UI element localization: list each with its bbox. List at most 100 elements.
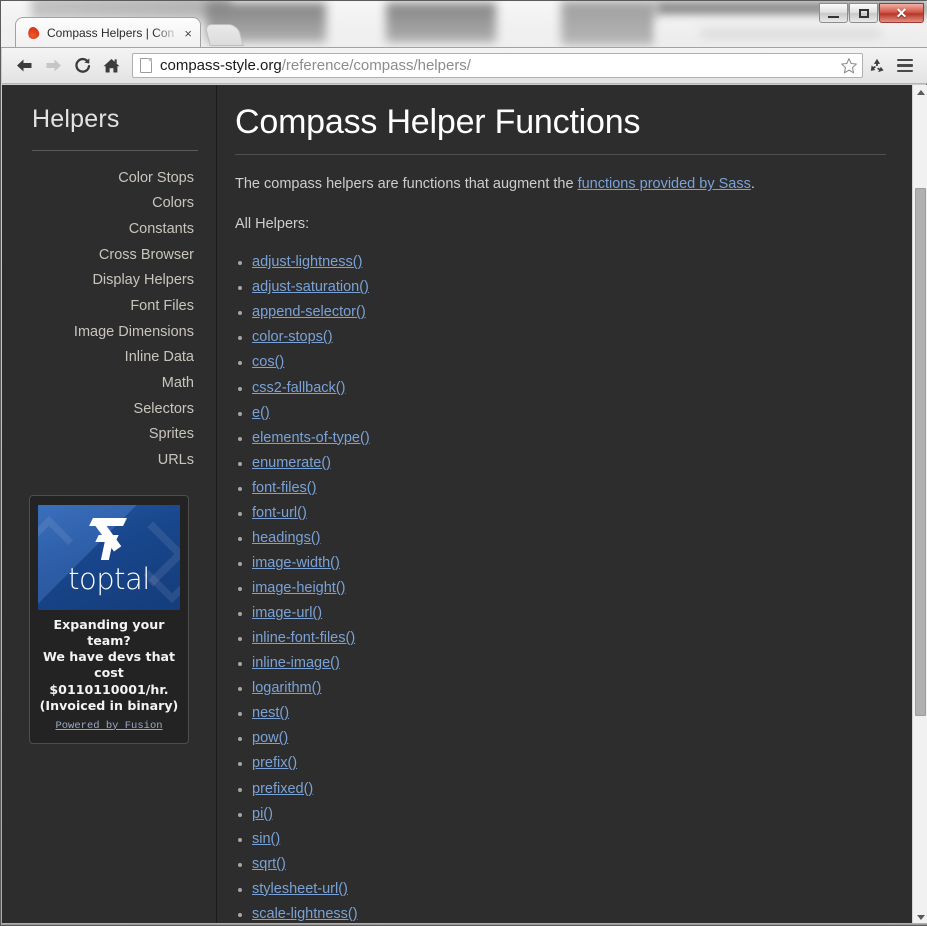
helper-link-image-height[interactable]: image-height(): [252, 580, 346, 596]
sidebar-nav: Color Stops Colors Constants Cross Brows…: [20, 165, 198, 473]
ad-line-4: (Invoiced in binary): [39, 697, 179, 713]
list-item: e(): [235, 405, 886, 422]
toptal-wordmark: toptal: [68, 562, 150, 597]
helper-link-adjust-saturation[interactable]: adjust-saturation(): [252, 279, 369, 295]
url-path: /reference/compass/helpers/: [281, 57, 471, 74]
sidebar-item-selectors[interactable]: Selectors: [20, 396, 198, 422]
star-icon[interactable]: [835, 53, 863, 79]
minimize-button[interactable]: [819, 3, 848, 23]
helper-link-image-url[interactable]: image-url(): [252, 605, 322, 621]
helper-link-enumerate[interactable]: enumerate(): [252, 455, 331, 471]
back-arrow-icon[interactable]: [10, 51, 39, 80]
address-bar[interactable]: compass-style.org/reference/compass/help…: [132, 53, 863, 78]
helper-link-image-width[interactable]: image-width(): [252, 555, 340, 571]
browser-tab-active[interactable]: Compass Helpers | Con ×: [15, 17, 201, 48]
list-item: scale-lightness(): [235, 906, 886, 923]
list-item: logarithm(): [235, 680, 886, 697]
helper-link-prefixed[interactable]: prefixed(): [252, 781, 313, 797]
sidebar-item-font-files[interactable]: Font Files: [20, 293, 198, 319]
helper-link-prefix[interactable]: prefix(): [252, 755, 297, 771]
ad-line-2: We have devs that cost: [42, 649, 176, 681]
toptal-logo-banner: toptal: [38, 505, 180, 611]
page-viewport: Helpers Color Stops Colors Constants Cro…: [2, 85, 927, 925]
scrollbar-thumb[interactable]: [915, 188, 926, 716]
close-button[interactable]: ✕: [879, 3, 924, 23]
sidebar-item-display-helpers[interactable]: Display Helpers: [20, 268, 198, 294]
list-item: append-selector(): [235, 304, 886, 321]
home-icon[interactable]: [97, 51, 126, 80]
list-item: image-url(): [235, 605, 886, 622]
decorative-chevron-icon: [38, 516, 74, 565]
helper-link-color-stops[interactable]: color-stops(): [252, 329, 333, 345]
helper-link-sin[interactable]: sin(): [252, 831, 280, 847]
helper-link-nest[interactable]: nest(): [252, 705, 289, 721]
helper-link-scale-lightness[interactable]: scale-lightness(): [252, 906, 358, 922]
compass-droplet-icon: [26, 25, 41, 41]
list-item: sin(): [235, 831, 886, 848]
maximize-button[interactable]: [849, 3, 878, 23]
list-item: pow(): [235, 730, 886, 747]
window-frame-bottom: [1, 923, 927, 925]
page-document-icon: [140, 58, 152, 73]
helper-link-css2-fallback[interactable]: css2-fallback(): [252, 380, 345, 396]
helper-link-sqrt[interactable]: sqrt(): [252, 856, 286, 872]
helper-link-adjust-lightness[interactable]: adjust-lightness(): [252, 254, 362, 270]
helper-link-inline-image[interactable]: inline-image(): [252, 655, 340, 671]
sidebar-item-colors[interactable]: Colors: [20, 191, 198, 217]
ad-line-1: Expanding your team?: [53, 617, 165, 649]
list-item: headings(): [235, 530, 886, 547]
hamburger-menu-icon[interactable]: [891, 53, 919, 79]
sidebar-item-inline-data[interactable]: Inline Data: [20, 345, 198, 371]
helper-link-pow[interactable]: pow(): [252, 730, 288, 746]
list-item: cos(): [235, 354, 886, 371]
sidebar-item-image-dimensions[interactable]: Image Dimensions: [20, 319, 198, 345]
vertical-scrollbar[interactable]: [912, 85, 927, 925]
list-item: sqrt(): [235, 856, 886, 873]
tab-close-icon[interactable]: ×: [184, 27, 192, 40]
helper-link-stylesheet-url[interactable]: stylesheet-url(): [252, 881, 348, 897]
toptal-mark-icon: [89, 516, 129, 561]
sidebar-item-cross-browser[interactable]: Cross Browser: [20, 242, 198, 268]
helper-link-inline-font-files[interactable]: inline-font-files(): [252, 630, 355, 646]
sidebar-item-constants[interactable]: Constants: [20, 216, 198, 242]
browser-toolbar: compass-style.org/reference/compass/help…: [2, 48, 927, 84]
list-item: font-files(): [235, 480, 886, 497]
list-item: font-url(): [235, 505, 886, 522]
advertisement[interactable]: toptal Expanding your team? We have devs…: [29, 495, 189, 744]
list-item: stylesheet-url(): [235, 881, 886, 898]
helper-link-cos[interactable]: cos(): [252, 354, 284, 370]
sidebar-item-sprites[interactable]: Sprites: [20, 422, 198, 448]
url-text: compass-style.org/reference/compass/help…: [160, 57, 858, 74]
helper-link-font-files[interactable]: font-files(): [252, 480, 316, 496]
list-item: css2-fallback(): [235, 380, 886, 397]
sidebar-item-color-stops[interactable]: Color Stops: [20, 165, 198, 191]
scroll-up-arrow-icon[interactable]: [913, 85, 927, 100]
helper-link-headings[interactable]: headings(): [252, 530, 321, 546]
list-item: adjust-lightness(): [235, 254, 886, 271]
intro-text-before: The compass helpers are functions that a…: [235, 176, 578, 193]
list-item: prefix(): [235, 755, 886, 772]
list-item: inline-image(): [235, 655, 886, 672]
new-tab-button[interactable]: [204, 24, 244, 46]
recycle-icon[interactable]: [863, 53, 891, 79]
browser-window: Compass Helpers | Con × ✕ compass-style.…: [0, 0, 927, 926]
helper-link-font-url[interactable]: font-url(): [252, 505, 307, 521]
helper-link-elements-of-type[interactable]: elements-of-type(): [252, 430, 370, 446]
forward-arrow-icon[interactable]: [39, 51, 68, 80]
helper-link-logarithm[interactable]: logarithm(): [252, 680, 321, 696]
sass-functions-link[interactable]: functions provided by Sass: [578, 176, 751, 192]
list-item: elements-of-type(): [235, 430, 886, 447]
window-controls: ✕: [819, 3, 924, 23]
close-icon: ✕: [895, 5, 908, 21]
sidebar-divider: [32, 150, 198, 151]
helper-link-e[interactable]: e(): [252, 405, 270, 421]
list-item: prefixed(): [235, 781, 886, 798]
helper-link-pi[interactable]: pi(): [252, 806, 273, 822]
sidebar-item-math[interactable]: Math: [20, 370, 198, 396]
sidebar-item-urls[interactable]: URLs: [20, 447, 198, 473]
intro-text-after: .: [750, 176, 755, 193]
title-bar: Compass Helpers | Con × ✕: [1, 1, 927, 48]
powered-by-fusion-link[interactable]: Powered by Fusion: [55, 720, 162, 732]
helper-link-append-selector[interactable]: append-selector(): [252, 304, 366, 320]
reload-icon[interactable]: [68, 51, 97, 80]
